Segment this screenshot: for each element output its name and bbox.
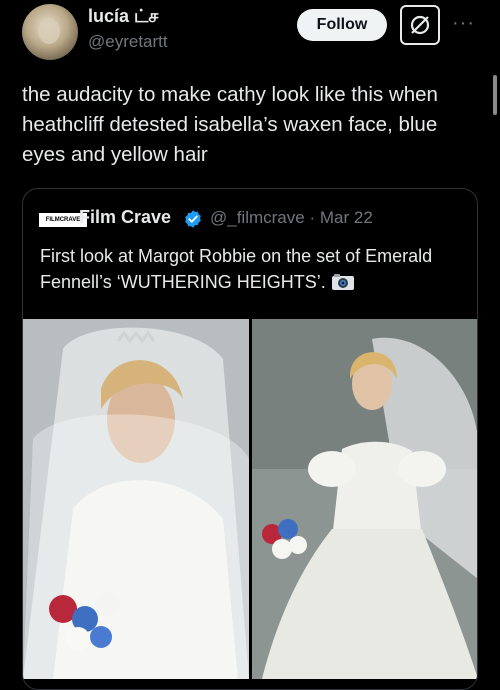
author-name[interactable]: lucía ட்ச [88,6,158,29]
tweet-header: lucía ட்ச @eyretartt Follow ··· [0,0,500,70]
photo-left[interactable] [23,319,249,679]
quoted-date[interactable]: Mar 22 [320,208,373,227]
more-options-icon[interactable]: ··· [452,12,475,35]
scrollbar[interactable] [493,75,497,115]
avatar[interactable] [22,4,78,60]
camera-emoji-icon [331,274,354,290]
meta-separator: · [309,208,316,227]
tweet-text: the audacity to make cathy look like thi… [22,83,438,166]
author-handle[interactable]: @eyretartt [88,32,168,52]
quoted-tweet[interactable]: FILMCRAVE Film Crave @_filmcrave · Mar 2… [22,188,478,690]
verified-badge-icon [185,210,201,228]
quoted-handle[interactable]: @_filmcrave [210,208,305,227]
follow-button[interactable]: Follow [297,9,387,41]
quoted-author-name[interactable]: Film Crave [79,207,171,228]
quoted-text: First look at Margot Robbie on the set o… [40,243,470,295]
photo-right[interactable] [252,319,477,679]
quoted-meta: @_filmcrave · Mar 22 [210,208,373,228]
grok-slash-icon[interactable] [400,5,440,45]
quoted-text-body: First look at Margot Robbie on the set o… [40,246,433,292]
